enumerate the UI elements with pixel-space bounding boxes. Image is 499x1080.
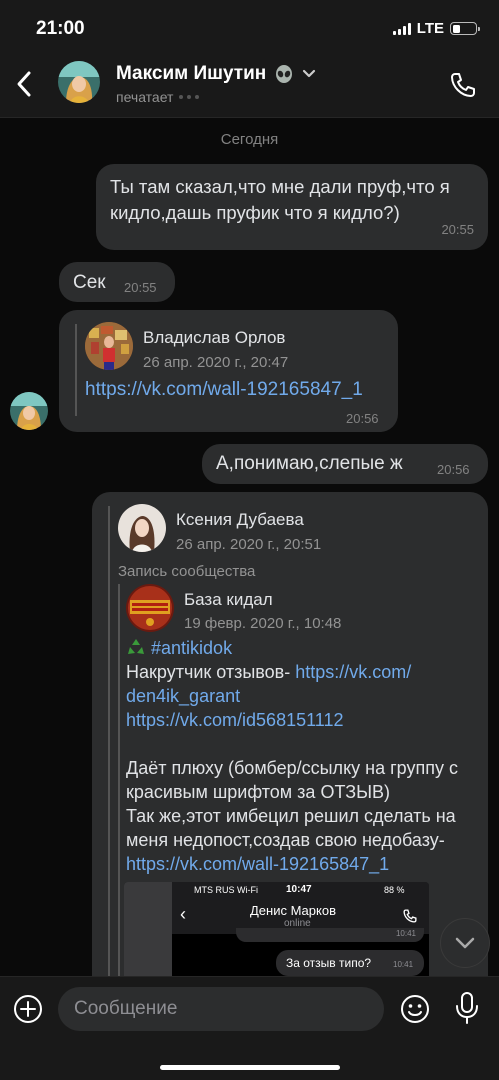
- community-avatar[interactable]: [126, 584, 174, 632]
- post-text-fragment: Накрутчик отзывов-: [126, 662, 296, 682]
- back-button[interactable]: [10, 68, 38, 100]
- date-separator: Сегодня: [220, 131, 279, 148]
- scroll-down-button[interactable]: [440, 918, 490, 968]
- preview-back-icon: ‹: [180, 904, 186, 924]
- message-composer: [0, 976, 499, 1080]
- message-text: Сек: [73, 272, 106, 293]
- hashtag-link[interactable]: #antikidok: [151, 638, 232, 658]
- forward-date: 26 апр. 2020 г., 20:47: [143, 354, 289, 371]
- preview-chat: 10:41 За отзыв типо? 10:41: [172, 928, 429, 976]
- forward-block: [75, 324, 77, 416]
- post-line: Накрутчик отзывов- https://vk.com/: [126, 660, 476, 684]
- preview-time-cut: 10:41: [395, 929, 416, 938]
- emoji-button[interactable]: [399, 993, 431, 1025]
- post-link[interactable]: https://vk.com/: [295, 662, 411, 682]
- preview-name: Денис Марков: [250, 903, 336, 918]
- chevron-down-icon: [455, 937, 475, 949]
- preview-battery: 88 %: [384, 885, 405, 895]
- preview-message: За отзыв типо?: [286, 956, 372, 970]
- preview-bubble-cut: 10:41: [236, 928, 424, 942]
- post-line: красивым шрифтом за ОТЗЫВ): [126, 782, 391, 802]
- preview-status-bar: MTS RUS Wi-Fi 10:47 88 %: [172, 882, 429, 898]
- home-indicator: [160, 1065, 340, 1070]
- call-button[interactable]: [448, 70, 478, 100]
- avatar[interactable]: [10, 392, 48, 430]
- post-line: Даёт плюху (бомбер/ссылку на группу с: [126, 758, 458, 778]
- message-text: Ты там сказал,что мне дали пруф,что я ки…: [110, 176, 450, 223]
- forward-author[interactable]: Ксения Дубаева: [176, 508, 304, 532]
- message-outgoing[interactable]: А,понимаю,слепые ж 20:56: [202, 444, 488, 484]
- message-time: 20:56: [346, 411, 379, 426]
- signal-icon: [392, 22, 411, 35]
- repost-block: [118, 584, 120, 976]
- contact-name-text: Максим Ишутин: [116, 63, 267, 84]
- preview-phone-icon: [403, 909, 417, 923]
- forward-author[interactable]: Владислав Орлов: [143, 326, 285, 350]
- post-text: #antikidok Накрутчик отзывов- https://vk…: [126, 636, 476, 876]
- avatar[interactable]: [118, 504, 166, 552]
- attach-button[interactable]: [12, 993, 44, 1025]
- microphone-icon: [456, 992, 478, 1024]
- phone-icon: [451, 73, 475, 97]
- preview-bubble: За отзыв типо? 10:41: [276, 950, 424, 976]
- message-time: 20:56: [437, 462, 470, 477]
- attached-image[interactable]: MTS RUS Wi-Fi 10:47 88 % ‹ Денис Марков …: [124, 882, 429, 976]
- plus-icon: [14, 995, 42, 1023]
- preview-time: 10:47: [286, 884, 312, 895]
- post-link[interactable]: den4ik_garant: [126, 684, 476, 708]
- network-label: LTE: [416, 20, 444, 37]
- avatar[interactable]: [85, 322, 133, 370]
- message-forwarded[interactable]: Владислав Орлов 26 апр. 2020 г., 20:47 h…: [59, 310, 398, 432]
- smile-icon: [401, 995, 429, 1023]
- voice-message-button[interactable]: [452, 991, 482, 1025]
- preview-carrier: MTS RUS Wi-Fi: [194, 885, 258, 895]
- forward-date: 26 апр. 2020 г., 20:51: [176, 536, 322, 553]
- hashtag-line: #antikidok: [126, 636, 476, 660]
- chat-messages[interactable]: Сегодня Ты там сказал,что мне дали пруф,…: [0, 118, 499, 976]
- typing-label: печатает: [116, 89, 174, 105]
- chat-header: Максим Ишутин печатает: [0, 56, 499, 118]
- status-time: 21:00: [36, 18, 85, 39]
- contact-name[interactable]: Максим Ишутин: [116, 63, 316, 85]
- preview-top-band: [124, 882, 172, 976]
- recycle-icon: [128, 639, 144, 654]
- message-incoming[interactable]: Сек 20:55: [59, 262, 175, 302]
- message-time: 20:55: [441, 222, 474, 237]
- status-indicators: LTE: [392, 20, 480, 37]
- message-text: А,понимаю,слепые ж: [216, 453, 403, 474]
- preview-message-time: 10:41: [393, 960, 414, 969]
- post-link[interactable]: https://vk.com/wall-192165847_1: [126, 852, 476, 876]
- status-bar: 21:00 LTE: [0, 0, 499, 56]
- repost-label: Запись сообщества: [118, 563, 256, 580]
- community-date: 19 февр. 2020 г., 10:48: [184, 615, 342, 632]
- community-name[interactable]: База кидал: [184, 588, 273, 612]
- typing-dots-icon: [179, 95, 200, 99]
- chevron-down-icon: [303, 69, 316, 78]
- message-time: 20:55: [124, 280, 157, 295]
- avatar[interactable]: [58, 61, 100, 103]
- forward-block: [108, 506, 110, 976]
- post-line: Так же,этот имбецил решил сделать на: [126, 806, 456, 826]
- post-line: меня недопост,создав свою недобазу-: [126, 830, 445, 850]
- forward-link[interactable]: https://vk.com/wall-192165847_1: [85, 378, 363, 402]
- post-link[interactable]: https://vk.com/id568151112: [126, 708, 476, 732]
- chevron-left-icon: [17, 71, 31, 97]
- typing-status: печатает: [116, 89, 200, 105]
- battery-icon: [450, 22, 480, 35]
- message-outgoing[interactable]: Ты там сказал,что мне дали пруф,что я ки…: [96, 164, 488, 250]
- message-input[interactable]: [58, 987, 384, 1031]
- alien-icon: [276, 65, 293, 83]
